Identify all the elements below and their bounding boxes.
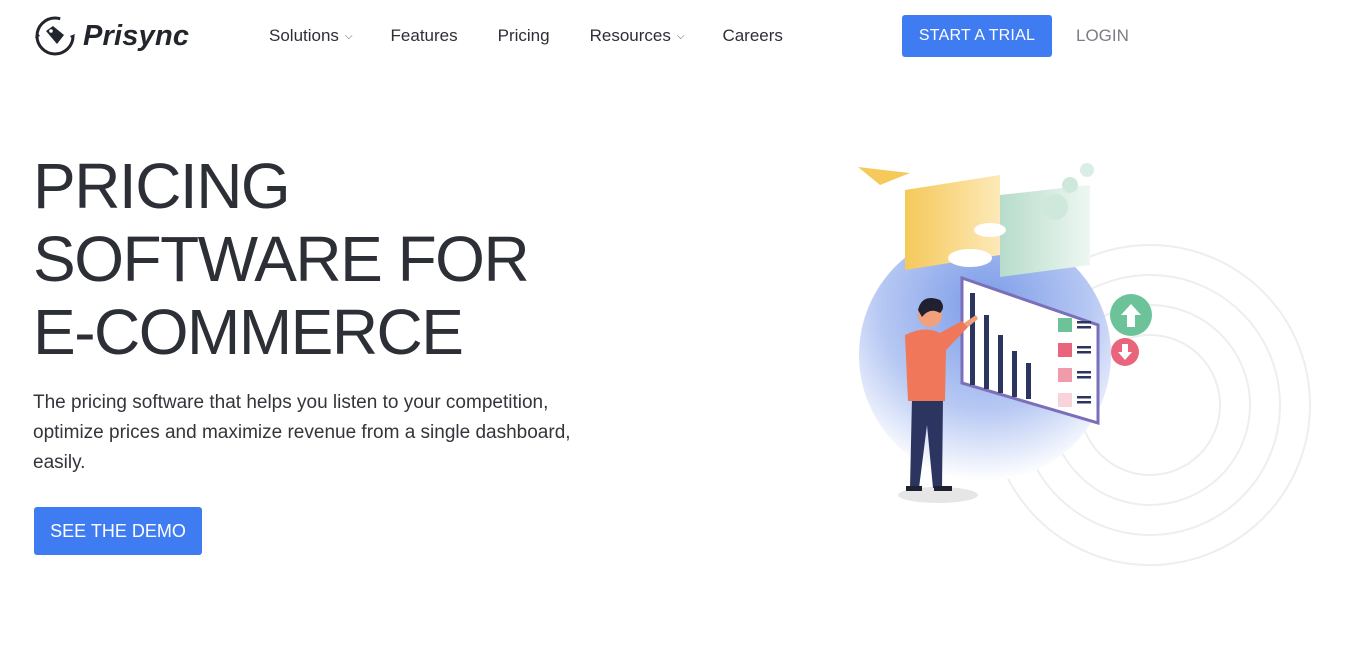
nav-item-pricing[interactable]: Pricing [498,26,550,46]
chevron-down-icon: ⌵ [676,30,685,42]
nav-item-label: Features [390,26,458,45]
arrow-down-icon [1111,338,1139,366]
nav-item-resources[interactable]: Resources ⌵ [590,26,685,46]
green-box [1000,163,1094,277]
see-demo-button[interactable]: SEE THE DEMO [34,507,202,555]
nav-item-careers[interactable]: Careers [722,26,782,46]
nav-item-label: Resources [589,26,671,45]
hero-title-line: SOFTWARE FOR [33,223,530,295]
main-nav: Solutions ⌵ Features Pricing Resources ⌵… [269,26,783,46]
dashboard-illustration [858,163,1311,566]
brand-logo[interactable]: Prisync [33,14,189,58]
nav-item-label: Careers [722,26,783,45]
nav-item-features[interactable]: Features [391,26,458,46]
hero-description: The pricing software that helps you list… [33,392,571,473]
nav-item-label: Pricing [497,26,550,45]
price-tag-icon [35,16,75,56]
nav-item-solutions[interactable]: Solutions ⌵ [269,26,353,46]
brand-name: Prisync [83,19,190,52]
start-trial-button[interactable]: START A TRIAL [902,15,1052,57]
arrow-up-icon [1110,294,1152,336]
site-header: Prisync Solutions ⌵ Features Pricing Res… [0,0,1351,72]
hero-title: PRICING SOFTWARE FOR E-COMMERCE [33,150,530,369]
hero-title-line: PRICING [33,150,291,222]
nav-item-label: Solutions [269,26,339,45]
login-link[interactable]: LOGIN [1076,26,1129,46]
chevron-down-icon: ⌵ [344,30,353,42]
hero-title-line: E-COMMERCE [33,296,464,368]
